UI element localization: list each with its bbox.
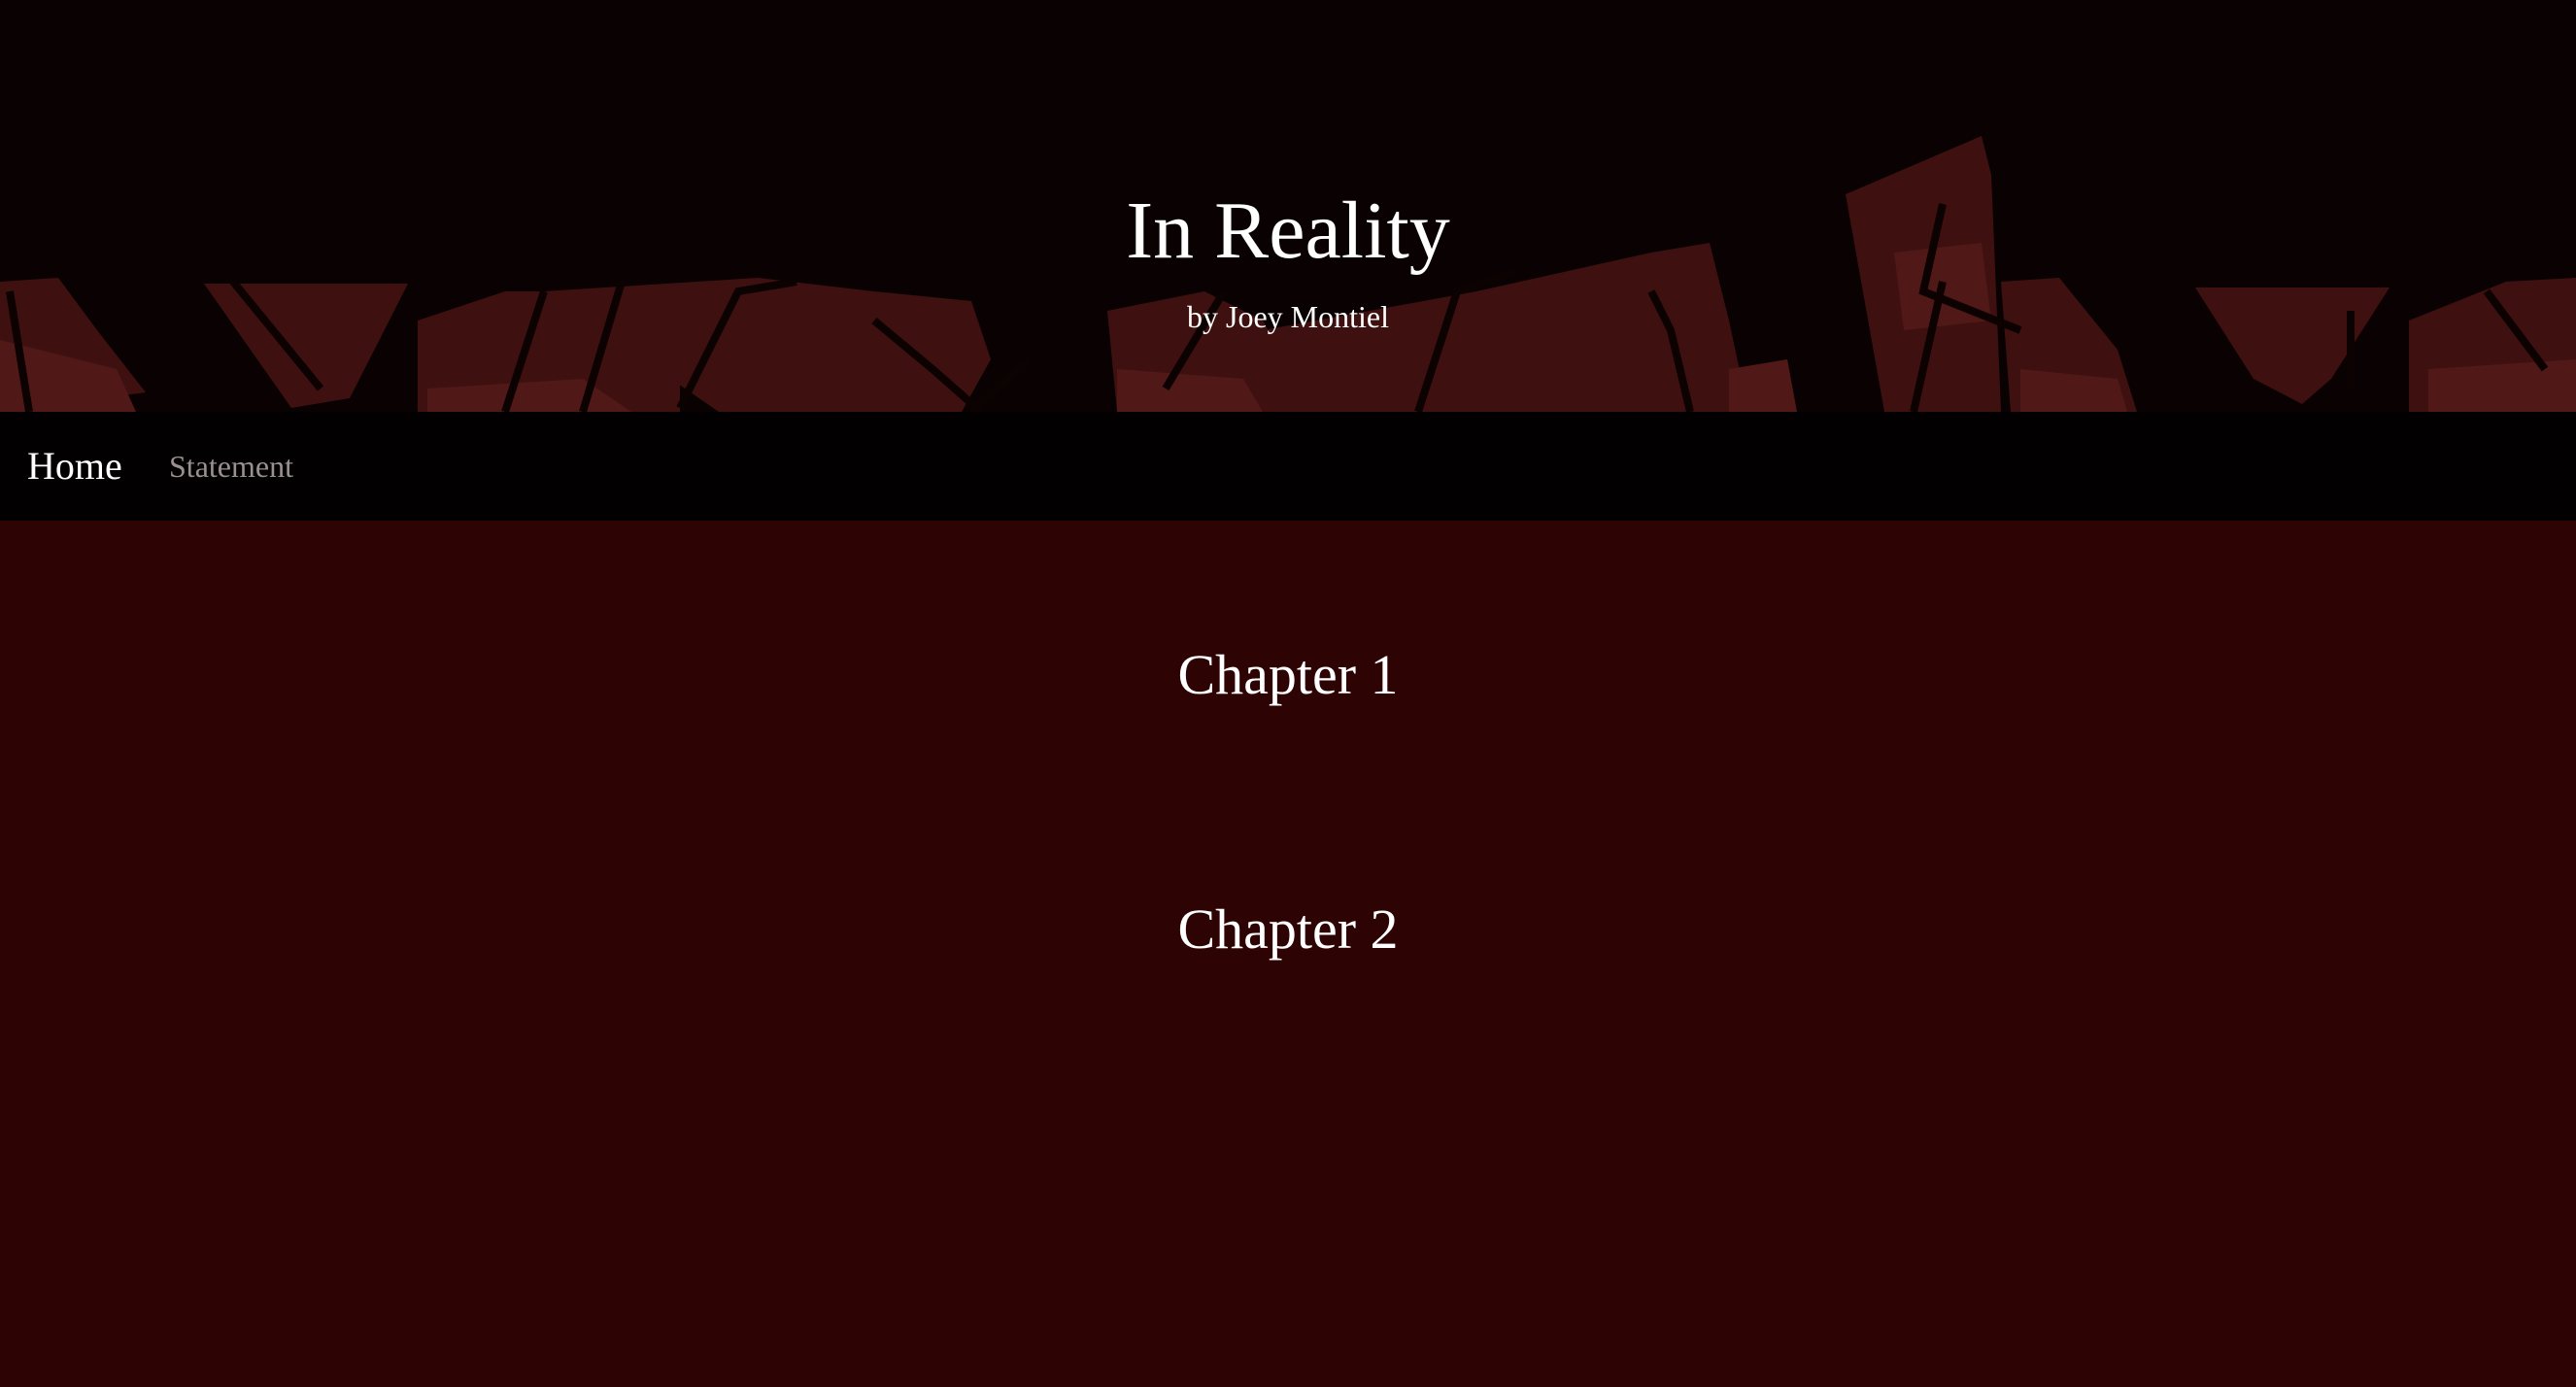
site-header: In Reality by Joey Montiel	[0, 0, 2576, 412]
nav-home-link[interactable]: Home	[27, 412, 122, 521]
nav-statement-link[interactable]: Statement	[169, 412, 293, 521]
site-title: In Reality	[1126, 186, 1450, 276]
chapter-2-link[interactable]: Chapter 2	[0, 896, 2576, 964]
main-navigation: Home Statement	[0, 412, 2576, 521]
chapter-1-link[interactable]: Chapter 1	[0, 641, 2576, 709]
site-byline: by Joey Montiel	[1187, 299, 1389, 334]
